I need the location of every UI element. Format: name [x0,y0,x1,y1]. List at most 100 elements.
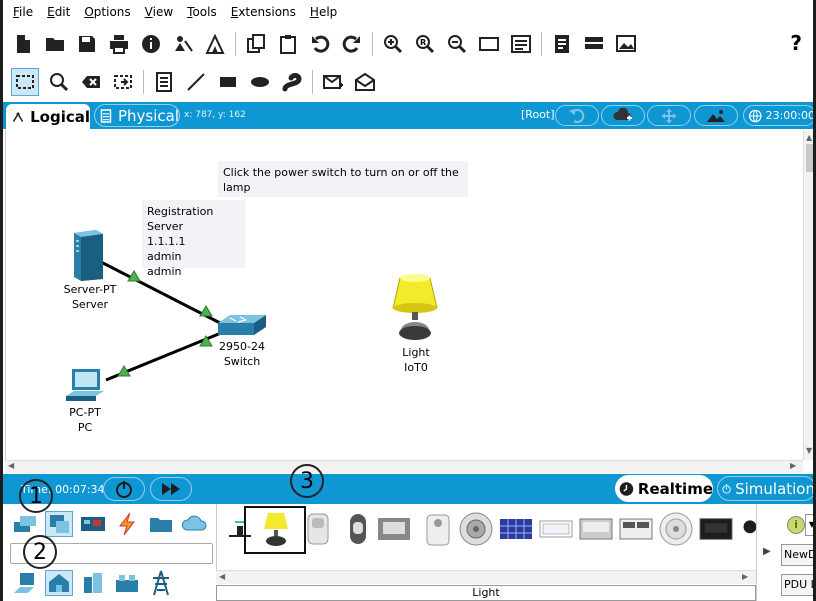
scroll-down-arrow-icon[interactable]: ▼ [806,446,812,455]
info-icon[interactable] [139,32,163,56]
device-item-home-gateway[interactable] [619,509,653,549]
screenshot-icon[interactable] [614,32,638,56]
tab-logical[interactable]: Logical [6,104,90,129]
delete-icon[interactable] [79,70,103,94]
menu-extensions[interactable]: Extensions [231,5,296,19]
back-button[interactable] [555,105,599,126]
root-breadcrumb[interactable]: [Root] [521,108,555,121]
background-image-button[interactable] [694,105,738,126]
new-scenario-button[interactable]: NewDelete [781,544,816,566]
pdu-list-button[interactable]: PDU List [781,574,816,596]
gateway-icon [619,518,653,540]
resize-icon[interactable] [111,70,135,94]
device-label-pc: PC-PT PC [61,405,109,435]
zoom-out-icon[interactable] [445,32,469,56]
complex-pdu-icon[interactable] [353,70,377,94]
smart-city-subcategory-icon[interactable] [79,570,107,596]
paste-icon[interactable] [276,32,300,56]
device-items-scrollbar[interactable]: ◀ ▶ [216,570,756,584]
pdu-list-label: PDU List [784,578,816,591]
device-name: PC [77,421,93,434]
server-icon[interactable] [71,229,105,281]
menu-options[interactable]: Options [84,5,130,19]
custom-device-icon[interactable] [509,32,533,56]
industrial-subcategory-icon[interactable] [113,570,141,596]
open-folder-icon[interactable] [43,32,67,56]
device-item-ceiling-fan[interactable] [659,509,693,549]
pc-icon[interactable] [65,368,105,404]
print-icon[interactable] [107,32,131,56]
network-devices-category-icon[interactable] [11,511,39,537]
new-cluster-button[interactable] [601,105,645,126]
menu-view[interactable]: View [145,5,173,19]
note-icon[interactable] [152,70,176,94]
scroll-left-arrow-icon[interactable]: ◀ [219,572,225,581]
tab-physical[interactable]: Physical [94,104,180,127]
device-name: IoT0 [404,361,428,374]
menu-file[interactable]: File [13,5,33,19]
menu-tools[interactable]: Tools [187,5,217,19]
zoom-reset-icon[interactable]: R [413,32,437,56]
note-text: admin [147,265,182,278]
zoom-in-icon[interactable] [381,32,405,56]
undo-icon[interactable] [308,32,332,56]
device-item-solar-panel[interactable] [499,509,533,549]
canvas-note[interactable]: Registration Server 1.1.1.1 admin admin [142,200,245,278]
freeform-icon[interactable] [280,70,304,94]
fast-forward-button[interactable] [150,477,192,501]
toolbar-separator [235,32,236,56]
simulation-mode-button[interactable]: Simulation [717,476,816,501]
simple-pdu-icon[interactable] [321,70,345,94]
help-button[interactable]: ? [790,31,802,55]
miscellaneous-category-icon[interactable] [147,511,175,537]
scroll-up-arrow-icon[interactable]: ▲ [806,133,812,142]
ellipse-icon[interactable] [248,70,272,94]
device-item-lcd-display[interactable] [699,509,733,549]
network-info-icon[interactable] [582,32,606,56]
inspect-icon[interactable] [47,70,71,94]
expand-panel-arrow-icon[interactable]: ▶ [763,546,771,557]
multiuser-connection-category-icon[interactable] [181,511,209,537]
scroll-right-arrow-icon[interactable]: ▶ [790,461,796,470]
rectangle-icon[interactable] [216,70,240,94]
save-icon[interactable] [75,32,99,56]
home-subcategory-icon[interactable] [45,570,73,596]
device-name: Switch [223,355,261,368]
menu-edit[interactable]: Edit [47,5,70,19]
device-item-webcam[interactable] [341,509,375,549]
redo-icon[interactable] [340,32,364,56]
network-wizard-icon[interactable] [171,32,195,56]
pc-subcategory-icon[interactable] [11,570,39,596]
device-item-motion-detector[interactable] [301,509,335,549]
scenario-info-icon[interactable]: i [787,516,805,534]
move-object-button[interactable] [647,105,691,126]
device-item-partially-visible[interactable] [743,509,757,549]
device-item-speaker[interactable] [459,509,493,549]
device-item-humidity-monitor[interactable] [421,509,455,549]
line-icon[interactable] [184,70,208,94]
power-grid-subcategory-icon[interactable] [147,570,175,596]
viewport-icon[interactable] [550,32,574,56]
canvas-note[interactable]: Click the power switch to turn on or off… [218,161,468,197]
device-item-smoke-detector[interactable] [377,509,411,549]
end-devices-category-icon[interactable] [45,511,73,537]
device-item-window[interactable] [539,509,573,549]
copy-icon[interactable] [244,32,268,56]
activity-wizard-icon[interactable] [203,32,227,56]
scroll-right-arrow-icon[interactable]: ▶ [742,572,748,581]
power-cycle-button[interactable] [103,477,145,501]
logical-workspace[interactable]: Click the power switch to turn on or off… [5,130,802,460]
connections-category-icon[interactable] [113,511,141,537]
simulation-clock[interactable]: 23:00:00 [743,105,816,126]
menu-help[interactable]: Help [310,5,337,19]
device-item-air-conditioner[interactable] [579,509,613,549]
realtime-mode-button[interactable]: Realtime [615,475,713,502]
components-category-icon[interactable] [79,511,107,537]
select-icon[interactable] [11,68,39,96]
lamp-icon[interactable] [392,272,438,344]
switch-icon[interactable] [216,314,268,338]
canvas-horizontal-scrollbar[interactable]: ◀ ▶ [5,460,803,473]
scroll-left-arrow-icon[interactable]: ◀ [8,461,14,470]
new-file-icon[interactable] [11,32,35,56]
drawing-palette-icon[interactable] [477,32,501,56]
